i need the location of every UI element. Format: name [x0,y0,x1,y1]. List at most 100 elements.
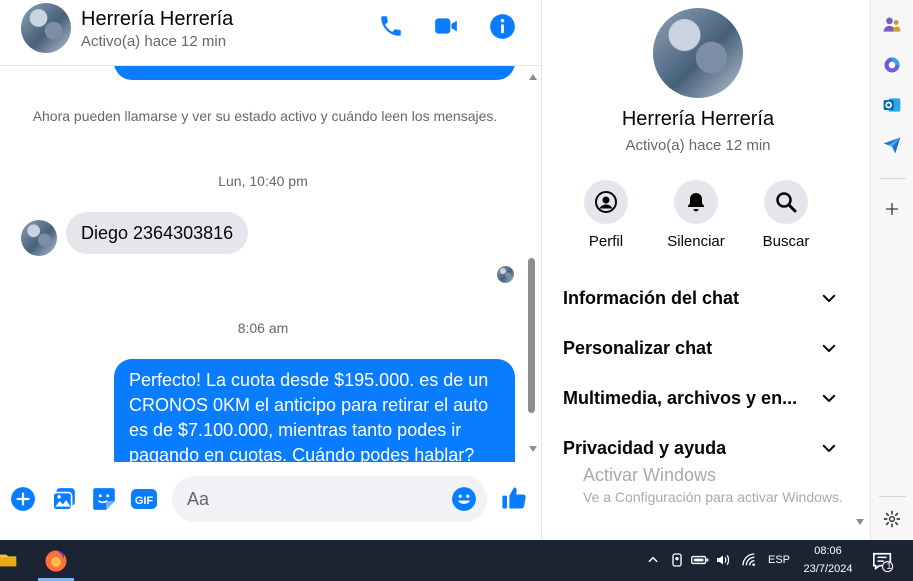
scroll-down-arrow-icon[interactable] [529,446,537,452]
chat-pane: Herrería Herrería Activo(a) hace 12 min … [0,0,542,540]
section-chat-info[interactable]: Información del chat [563,283,838,313]
clock-date[interactable]: 23/7/2024 [800,563,856,575]
phone-icon [381,16,401,36]
mute-action[interactable]: Silenciar [651,180,741,250]
chevron-down-icon [822,344,836,352]
section-label: Privacidad y ayuda [563,437,727,458]
conversation-info-button[interactable] [488,12,516,40]
chevron-down-icon [822,394,836,402]
browser-sidebar [870,0,913,540]
outgoing-message-bubble[interactable] [114,66,515,80]
more-actions-button[interactable] [10,486,36,512]
sidebar-divider [879,496,906,497]
message-input[interactable] [172,476,487,522]
section-media-files[interactable]: Multimedia, archivos y en... [563,383,838,413]
message-scrollbar[interactable] [526,66,540,462]
show-hidden-icons-button[interactable] [644,551,662,569]
screen: Herrería Herrería Activo(a) hace 12 min … [0,0,913,581]
battery-button[interactable] [691,551,709,569]
timestamp: Lun, 10:40 pm [218,173,308,189]
mute-button[interactable] [674,180,718,224]
search-label: Buscar [762,233,810,250]
scroll-up-arrow-icon[interactable] [529,74,537,80]
volume-button[interactable] [714,551,732,569]
timestamp: 8:06 am [237,320,289,336]
contact-status: Activo(a) hace 12 min [81,33,227,50]
section-label: Personalizar chat [563,337,713,358]
search-button[interactable] [764,180,808,224]
profile-action[interactable]: Perfil [561,180,651,250]
wifi-icon [742,553,755,566]
chat-header: Herrería Herrería Activo(a) hace 12 min [0,0,541,66]
contact-name: Herrería Herrería [621,108,775,130]
device-icon [672,553,682,567]
chevron-down-icon [822,444,836,452]
clock-time[interactable]: 08:06 [800,545,856,557]
section-label: Multimedia, archivos y en... [563,387,798,408]
user-circle-icon [595,191,617,213]
network-button[interactable] [740,551,758,569]
sidebar-divider [879,178,906,179]
contact-status: Activo(a) hace 12 min [625,137,771,154]
speaker-icon [717,554,730,566]
thumbs-up-icon [502,487,526,509]
call-button[interactable] [377,12,405,40]
activate-windows-subtitle: Ve a Configuración para activar Windows. [583,489,843,505]
plus-circle-icon [11,487,35,511]
sidebar-send-button[interactable] [881,134,903,156]
notification-count-badge: 1 [886,561,892,571]
send-like-button[interactable] [500,484,528,512]
video-camera-icon [435,18,457,34]
section-privacy-help[interactable]: Privacidad y ayuda [563,433,838,463]
people-icon [883,17,901,32]
chevron-down-icon [822,294,836,302]
incoming-message-bubble[interactable]: Diego 2364303816 [66,212,249,254]
sidebar-add-button[interactable] [881,198,903,220]
contact-profile-photo[interactable] [653,8,743,98]
contact-avatar[interactable] [21,3,71,53]
copilot-icon [884,57,900,73]
contact-name[interactable]: Herrería Herrería [81,8,233,31]
paper-plane-icon [883,137,901,154]
system-notice: Ahora pueden llamarse y ver su estado ac… [32,108,498,124]
image-gallery-icon [52,488,75,511]
attach-media-button[interactable] [51,486,77,512]
scroll-thumb[interactable] [528,258,535,413]
plus-icon [886,203,898,215]
sidebar-copilot-button[interactable] [881,54,903,76]
chevron-up-icon [648,556,658,563]
emoji-button[interactable] [451,486,477,512]
tray-app-button[interactable] [668,551,686,569]
notification-center-button[interactable]: 1 [872,551,894,573]
input-language[interactable]: ESP [768,554,790,566]
section-label: Información del chat [563,287,740,308]
search-icon [776,192,797,213]
sidebar-people-button[interactable] [881,14,903,36]
profile-button[interactable] [584,180,628,224]
sticker-icon [93,488,115,510]
outgoing-message-bubble[interactable]: Perfecto! La cuota desde $195.000. es de… [114,359,515,462]
section-customize-chat[interactable]: Personalizar chat [563,333,838,363]
activate-windows-title: Activar Windows [583,465,717,485]
gif-button[interactable]: GIF [130,486,158,512]
firefox-icon[interactable] [44,549,68,573]
scroll-down-arrow-icon[interactable] [856,519,864,525]
profile-label: Perfil [588,233,624,250]
message-list: Ahora pueden llamarse y ver su estado ac… [0,66,541,462]
gif-icon: GIF [131,489,157,509]
video-call-button[interactable] [432,12,460,40]
search-action[interactable]: Buscar [741,180,831,250]
sender-avatar[interactable] [21,220,57,256]
mute-label: Silenciar [667,233,725,250]
sidebar-outlook-button[interactable] [881,94,903,116]
file-explorer-icon[interactable] [0,550,18,570]
outlook-icon [883,98,901,112]
read-receipt-avatar [497,266,514,283]
sidebar-settings-button[interactable] [881,508,903,530]
smiley-icon [452,487,476,511]
bell-icon [688,193,704,212]
windows-taskbar: ESP 08:06 23/7/2024 1 [0,540,913,581]
sticker-button[interactable] [91,486,117,512]
info-icon [489,13,515,39]
svg-text:GIF: GIF [135,495,154,507]
